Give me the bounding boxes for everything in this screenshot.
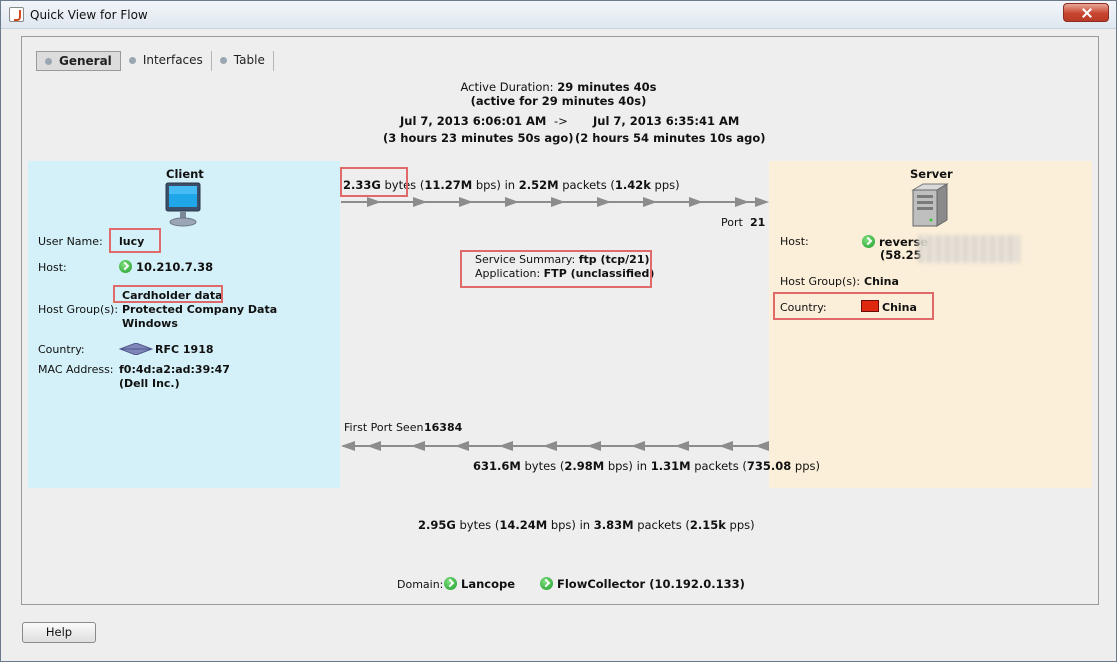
client-host[interactable]: 10.210.7.38 — [119, 260, 213, 274]
tab-general[interactable]: General — [36, 51, 121, 71]
server-host-group-label: Host Group(s): — [780, 275, 861, 288]
help-button[interactable]: Help — [22, 622, 96, 643]
port-value: 21 — [750, 216, 766, 229]
mac-label: MAC Address: — [38, 363, 114, 376]
outbound-arrows — [341, 197, 769, 207]
tab-interfaces[interactable]: Interfaces — [121, 51, 212, 71]
tab-dot-icon — [219, 57, 227, 64]
start-ago: (3 hours 23 minutes 50s ago) — [383, 131, 574, 145]
total-stats: 2.95G bytes (14.24M bps) in 3.83M packet… — [418, 518, 755, 532]
first-port-label: First Port Seen — [344, 421, 424, 434]
tab-dot-icon — [45, 58, 52, 65]
client-host-label: Host: — [38, 261, 67, 274]
flowcollector-link[interactable]: FlowCollector (10.192.0.133) — [540, 577, 745, 591]
highlight-bytes — [340, 167, 408, 197]
title-bar: Quick View for Flow — [1, 1, 1116, 29]
go-arrow-icon — [444, 577, 457, 590]
inbound-stats: 631.6M bytes (2.98M bps) in 1.31M packet… — [473, 459, 820, 473]
go-arrow-icon — [540, 577, 553, 590]
server-heading: Server — [910, 167, 953, 181]
user-name-label: User Name: — [38, 235, 103, 248]
end-time: Jul 7, 2013 6:35:41 AM — [593, 114, 740, 128]
highlight-service — [460, 250, 652, 288]
client-country-label: Country: — [38, 343, 85, 356]
client-heading: Client — [166, 167, 204, 181]
active-note: (active for 29 minutes 40s) — [470, 94, 647, 108]
redacted-hostname — [918, 235, 1020, 263]
first-port-value: 16384 — [424, 421, 463, 434]
end-ago: (2 hours 54 minutes 10s ago) — [575, 131, 766, 145]
tab-label: General — [59, 54, 112, 68]
tab-label: Interfaces — [142, 53, 203, 67]
close-button[interactable] — [1063, 3, 1109, 22]
server-host-group[interactable]: China — [864, 275, 899, 288]
highlight-cardholder — [113, 285, 223, 303]
go-arrow-icon — [119, 260, 132, 273]
quick-view-window: Quick View for Flow General Interfaces T… — [0, 0, 1117, 662]
client-host-group-label: Host Group(s): — [38, 303, 119, 316]
private-network-icon — [118, 342, 154, 356]
java-app-icon — [9, 7, 24, 22]
go-arrow-icon — [862, 235, 875, 248]
domain-link[interactable]: Lancope — [444, 577, 515, 591]
highlight-country — [773, 292, 934, 320]
highlight-user-name — [109, 228, 161, 253]
client-country: RFC 1918 — [155, 343, 214, 356]
port-label: Port — [721, 216, 743, 229]
server-host-ip: (58.25 — [880, 248, 922, 262]
server-host-label: Host: — [780, 235, 809, 248]
domain-label: Domain: — [397, 578, 444, 591]
mac-value: f0:4d:a2:ad:39:47 — [119, 363, 230, 376]
server-icon — [909, 182, 951, 228]
monitor-icon — [164, 182, 202, 228]
host-group-windows[interactable]: Windows — [122, 317, 178, 330]
active-duration: Active Duration: 29 minutes 40s — [460, 80, 657, 94]
start-time: Jul 7, 2013 6:06:01 AM — [400, 114, 547, 128]
host-group-protected[interactable]: Protected Company Data — [122, 303, 277, 316]
time-arrow: -> — [554, 114, 568, 128]
inbound-arrows — [341, 441, 769, 451]
tab-table[interactable]: Table — [212, 51, 274, 71]
tab-label: Table — [233, 53, 265, 67]
window-title: Quick View for Flow — [30, 8, 148, 22]
tab-bar: General Interfaces Table — [36, 51, 274, 71]
tab-dot-icon — [128, 57, 136, 64]
mac-vendor: (Dell Inc.) — [119, 377, 180, 390]
